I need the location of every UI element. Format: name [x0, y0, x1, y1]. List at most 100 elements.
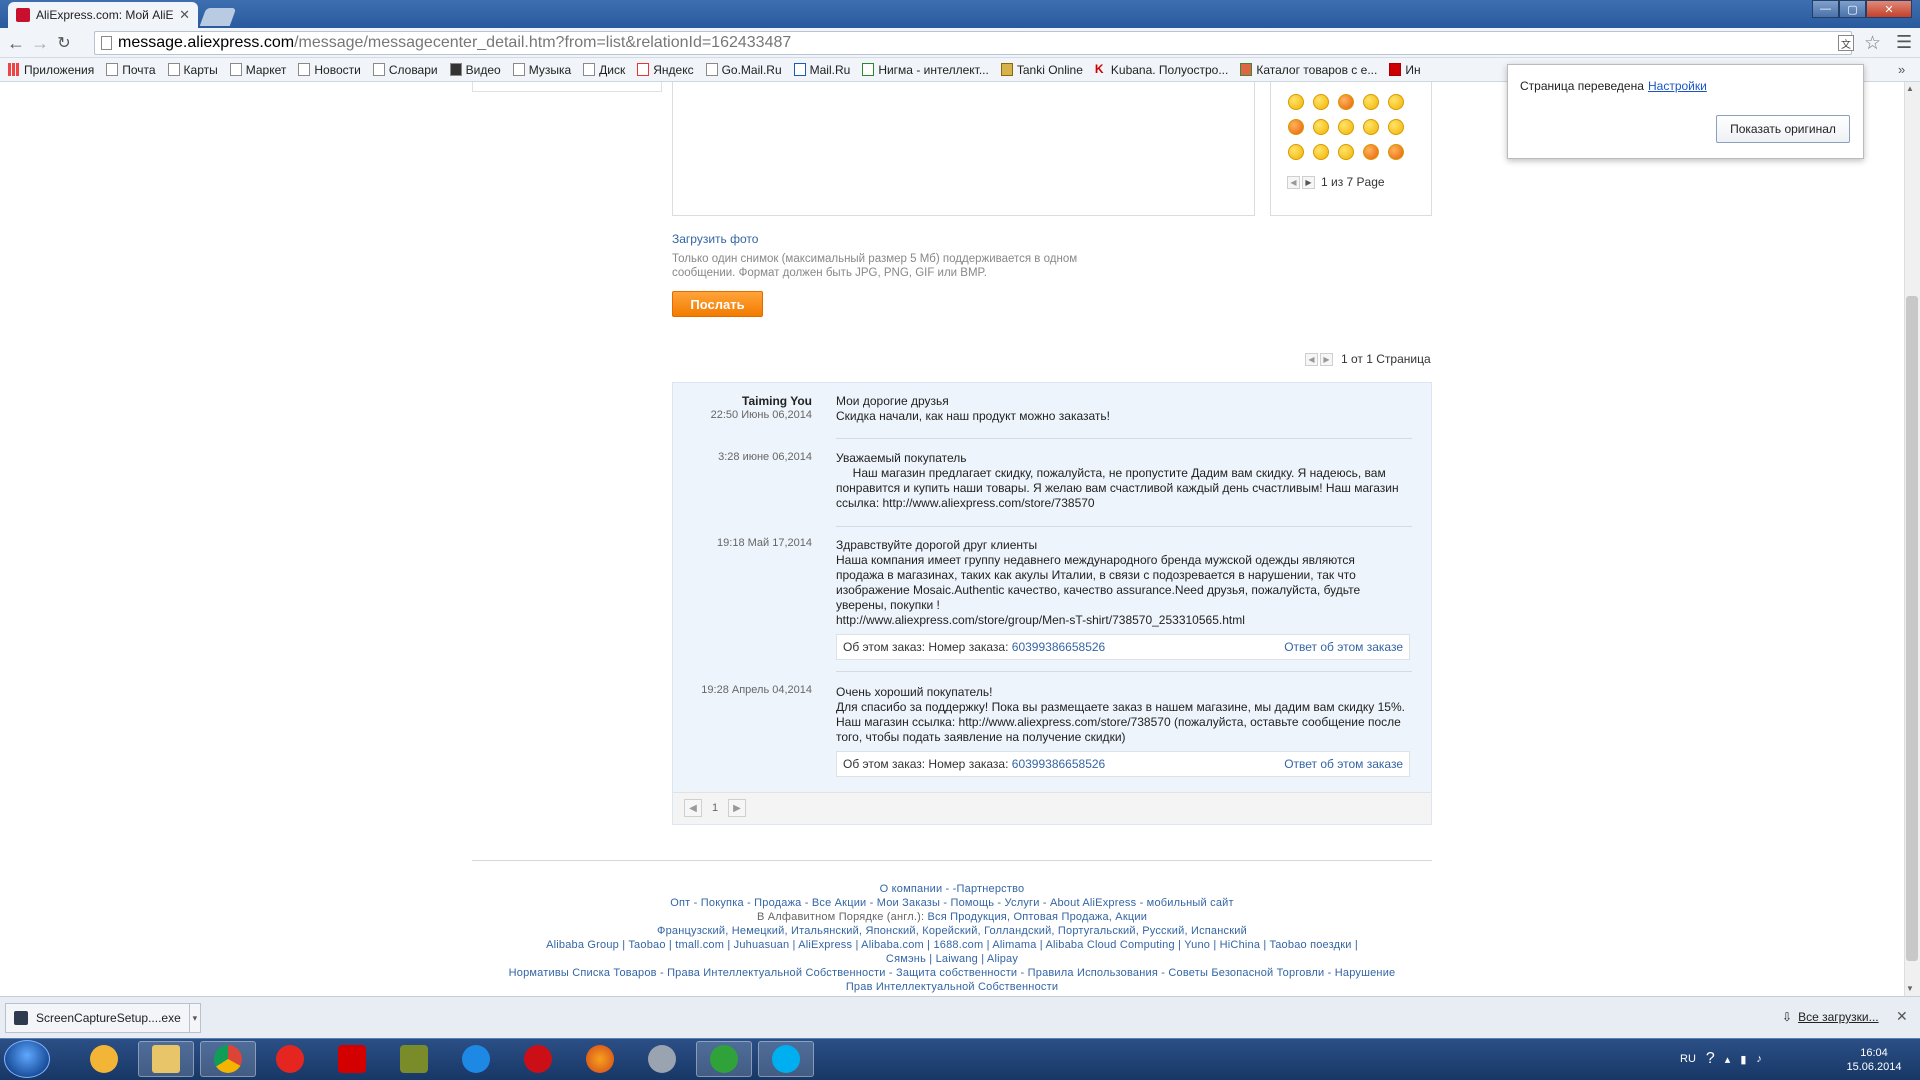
all-downloads-link[interactable]: ⇩ Все загрузки... — [1782, 1010, 1879, 1024]
emoji-icon[interactable] — [1388, 119, 1404, 135]
taskbar-app-helper[interactable] — [76, 1041, 132, 1077]
bookmark-mail[interactable]: Почта — [106, 63, 156, 77]
bookmark-nigma[interactable]: Нигма - интеллект... — [862, 63, 989, 77]
translate-icon[interactable]: 文 — [1838, 35, 1854, 51]
footer-links[interactable]: О компании - -Партнерство — [472, 882, 1432, 896]
footer-group-sites[interactable]: Alibaba Group | Taobao | tmall.com | Juh… — [472, 938, 1432, 952]
taskbar-app-game[interactable] — [386, 1041, 442, 1077]
taskbar-app-explorer[interactable] — [138, 1041, 194, 1077]
chevron-left-icon[interactable]: ◀ — [1305, 352, 1318, 366]
download-item[interactable]: ScreenCaptureSetup....exe ▾ — [5, 1003, 201, 1033]
chevron-right-icon[interactable]: ▶ — [1320, 352, 1333, 366]
emoji-icon[interactable] — [1288, 119, 1304, 135]
taskbar-app-opera[interactable] — [510, 1041, 566, 1077]
emoji-icon[interactable] — [1313, 94, 1329, 110]
footer-policies[interactable]: Прав Интеллектуальной Собственности — [472, 980, 1432, 994]
message-body: Здравствуйте дорогой друг клиенты Наша к… — [836, 538, 1361, 627]
chevron-down-icon[interactable]: ▾ — [188, 1004, 200, 1032]
taskbar-app-yandex[interactable] — [324, 1041, 380, 1077]
taskbar-clock[interactable]: 16:04 15.06.2014 — [1842, 1046, 1906, 1074]
emoji-icon[interactable] — [1363, 119, 1379, 135]
browser-tab-active[interactable]: AliExpress.com: Мой AliEx ✕ — [8, 2, 198, 28]
bookmarks-overflow-icon[interactable]: » — [1898, 62, 1905, 77]
windows-start-button[interactable] — [4, 1040, 50, 1078]
order-number-link[interactable]: 60399386658526 — [1012, 757, 1105, 771]
emoji-icon[interactable] — [1288, 144, 1304, 160]
taskbar-app-firefox[interactable] — [572, 1041, 628, 1077]
taskbar-app-ie[interactable] — [448, 1041, 504, 1077]
bookmark-apps[interactable]: Приложения — [8, 63, 94, 77]
order-number-link[interactable]: 60399386658526 — [1012, 640, 1105, 654]
bookmark-mailru[interactable]: Mail.Ru — [793, 63, 850, 77]
show-original-button[interactable]: Показать оригинал — [1716, 115, 1850, 143]
footer-divider — [472, 860, 1432, 861]
message-divider — [836, 526, 1412, 527]
emoji-icon[interactable] — [1363, 94, 1379, 110]
bookmark-star-icon[interactable]: ☆ — [1864, 32, 1881, 55]
bookmark-market[interactable]: Маркет — [229, 63, 286, 77]
translate-settings-link[interactable]: Настройки — [1648, 79, 1707, 93]
scrollbar-thumb[interactable] — [1906, 296, 1918, 961]
footer-links[interactable]: Опт - Покупка - Продажа - Все Акции - Мо… — [472, 896, 1432, 910]
left-sidebar-box — [472, 82, 662, 92]
current-page[interactable]: 1 — [706, 799, 724, 817]
language-indicator[interactable]: RU — [1680, 1053, 1696, 1065]
opera-icon — [524, 1045, 552, 1073]
taskbar-app-mailru-agent[interactable] — [696, 1041, 752, 1077]
footer-languages[interactable]: Французский, Немецкий, Итальянский, Япон… — [472, 924, 1432, 938]
scroll-down-icon[interactable]: ▼ — [1906, 984, 1914, 993]
emoji-icon[interactable] — [1338, 119, 1354, 135]
taskbar-app-tool[interactable] — [634, 1041, 690, 1077]
message-textarea[interactable] — [672, 82, 1255, 216]
tray-expand-icon[interactable]: ▴ — [1725, 1053, 1731, 1066]
tab-close-icon[interactable]: ✕ — [179, 7, 190, 23]
help-icon[interactable]: ? — [1706, 1050, 1715, 1068]
footer-group-sites[interactable]: Сямэнь | Laiwang | Alipay — [472, 952, 1432, 966]
footer-policies[interactable]: Нормативы Списка Товаров - Права Интелле… — [472, 966, 1432, 980]
bookmark-disk[interactable]: Диск — [583, 63, 625, 77]
order-reply-link[interactable]: Ответ об этом заказе — [1284, 640, 1403, 654]
upload-photo-link[interactable]: Загрузить фото — [672, 232, 758, 246]
bookmark-video[interactable]: Видео — [449, 63, 501, 77]
window-minimize-button[interactable]: — — [1812, 0, 1839, 18]
message-time: 19:28 Апрель 04,2014 — [701, 684, 812, 696]
bookmark-gomail[interactable]: Go.Mail.Ru — [705, 63, 782, 77]
emoji-icon[interactable] — [1363, 144, 1379, 160]
emoji-icon[interactable] — [1288, 94, 1304, 110]
chrome-menu-icon[interactable]: ☰ — [1896, 32, 1912, 53]
window-maximize-button[interactable]: ▢ — [1839, 0, 1866, 18]
chevron-right-icon[interactable]: ▶ — [1302, 175, 1315, 189]
send-button[interactable]: Послать — [672, 291, 763, 317]
chevron-right-icon[interactable]: ▶ — [728, 799, 746, 817]
emoji-icon[interactable] — [1338, 94, 1354, 110]
order-reply-link[interactable]: Ответ об этом заказе — [1284, 757, 1403, 771]
scroll-up-icon[interactable]: ▲ — [1906, 84, 1914, 93]
network-icon[interactable]: ▮ — [1740, 1053, 1746, 1066]
bookmark-music[interactable]: Музыка — [512, 63, 571, 77]
bookmark-news[interactable]: Новости — [298, 63, 361, 77]
address-bar[interactable]: message.aliexpress.com/message/messagece… — [94, 31, 1852, 55]
emoji-icon[interactable] — [1388, 94, 1404, 110]
reload-icon[interactable]: ↻ — [52, 32, 76, 54]
bookmark-dictionaries[interactable]: Словари — [372, 63, 438, 77]
back-arrow-icon[interactable]: ← — [4, 32, 28, 54]
volume-icon[interactable]: ♪ — [1756, 1053, 1762, 1065]
emoji-icon[interactable] — [1338, 144, 1354, 160]
emoji-icon[interactable] — [1313, 119, 1329, 135]
chevron-left-icon[interactable]: ◀ — [1287, 175, 1300, 189]
chevron-left-icon[interactable]: ◀ — [684, 799, 702, 817]
taskbar-app-yandex-browser[interactable] — [262, 1041, 318, 1077]
bookmark-kubana[interactable]: K Kubana. Полуостро... — [1095, 63, 1228, 77]
bookmark-tanki[interactable]: Tanki Online — [1000, 63, 1083, 77]
taskbar-app-skype[interactable] — [758, 1041, 814, 1077]
bookmark-vk[interactable]: Ин — [1389, 63, 1421, 77]
emoji-icon[interactable] — [1313, 144, 1329, 160]
forward-arrow-icon[interactable]: → — [28, 32, 52, 54]
bookmark-yandex[interactable]: Яндекс — [637, 63, 694, 77]
bookmark-maps[interactable]: Карты — [167, 63, 218, 77]
window-close-button[interactable]: ✕ — [1866, 0, 1912, 18]
downloads-close-icon[interactable]: ✕ — [1896, 1008, 1908, 1025]
taskbar-app-chrome[interactable] — [200, 1041, 256, 1077]
bookmark-catalog[interactable]: Каталог товаров с е... — [1240, 63, 1377, 77]
emoji-icon[interactable] — [1388, 144, 1404, 160]
